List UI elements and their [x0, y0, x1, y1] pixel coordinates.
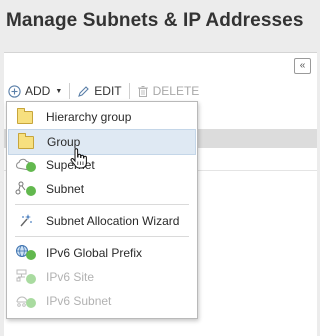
menu-item-ipv6-site[interactable]: IPv6 Site: [8, 265, 196, 289]
status-dot: [26, 186, 36, 196]
page-title: Manage Subnets & IP Addresses: [6, 10, 304, 31]
magic-wand-icon: [15, 212, 37, 230]
menu-item-group[interactable]: Group: [8, 129, 196, 155]
menu-item-ipv6-global-prefix[interactable]: IPv6 Global Prefix: [8, 241, 196, 265]
plus-circle-icon: [8, 84, 21, 98]
menu-item-label: IPv6 Subnet: [46, 294, 112, 308]
status-dot: [26, 274, 36, 284]
edit-button[interactable]: EDIT: [73, 84, 125, 98]
status-dot: [26, 250, 36, 260]
ipv6-subnet-icon: [15, 292, 37, 310]
menu-divider: [15, 204, 189, 205]
toolbar-divider: [69, 83, 71, 99]
menu-item-subnet[interactable]: Subnet: [8, 177, 196, 201]
menu-divider: [15, 236, 189, 237]
hand-cursor-icon: [70, 148, 87, 169]
status-dot: [26, 162, 36, 172]
menu-item-subnet-allocation-wizard[interactable]: Subnet Allocation Wizard: [8, 209, 196, 233]
menu-item-label: Subnet: [46, 182, 85, 196]
trash-icon: [137, 85, 148, 97]
edit-button-label: EDIT: [94, 84, 122, 98]
globe-icon: [15, 244, 37, 262]
folder-icon: [15, 108, 37, 126]
add-button-label: ADD: [25, 84, 51, 98]
collapse-panel-button[interactable]: «: [294, 58, 311, 74]
folder-icon: [16, 133, 38, 151]
menu-item-hierarchy-group[interactable]: Hierarchy group: [8, 105, 196, 129]
cloud-icon: [15, 156, 37, 174]
menu-item-supernet[interactable]: Supernet: [8, 153, 196, 177]
menu-item-label: Subnet Allocation Wizard: [46, 214, 180, 228]
menu-item-label: IPv6 Global Prefix: [46, 246, 143, 260]
menu-item-label: Group: [47, 135, 81, 149]
caret-down-icon: ▼: [55, 87, 63, 95]
double-chevron-left-icon: «: [299, 60, 306, 71]
site-icon: [15, 268, 37, 286]
toolbar-divider: [128, 83, 130, 99]
pencil-icon: [78, 85, 90, 97]
network-nodes-icon: [15, 180, 37, 198]
status-dot: [26, 298, 36, 308]
menu-item-label: Hierarchy group: [46, 110, 132, 124]
add-button[interactable]: ADD ▼: [4, 84, 66, 98]
menu-item-label: IPv6 Site: [46, 270, 95, 284]
delete-button-label: DELETE: [152, 84, 200, 98]
delete-button[interactable]: DELETE: [133, 84, 204, 98]
menu-item-ipv6-subnet[interactable]: IPv6 Subnet: [8, 289, 196, 313]
add-dropdown-menu: Hierarchy group Group Supernet Subnet Su…: [6, 101, 198, 319]
